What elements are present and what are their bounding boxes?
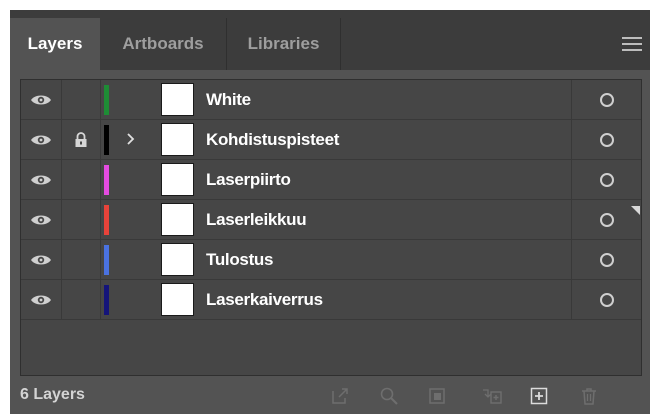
eye-icon (30, 93, 52, 107)
layer-row[interactable]: Laserkaiverrus (21, 280, 641, 320)
lock-toggle[interactable] (62, 280, 101, 319)
layer-thumbnail (161, 203, 194, 236)
target-circle-icon (600, 252, 614, 267)
layer-name[interactable]: Tulostus (206, 240, 273, 279)
layer-color-swatch (104, 245, 109, 275)
target-circle-icon (600, 212, 614, 227)
eye-icon (30, 213, 52, 227)
visibility-toggle[interactable] (21, 160, 62, 199)
create-sublayer-icon[interactable] (482, 386, 502, 406)
layer-thumbnail (161, 123, 194, 156)
delete-layer-icon[interactable] (579, 386, 599, 406)
target-button[interactable] (571, 240, 642, 279)
layer-row[interactable]: Kohdistuspisteet (21, 120, 641, 160)
make-clipping-mask-icon[interactable] (427, 386, 447, 406)
lock-icon (74, 131, 88, 148)
target-button[interactable] (571, 80, 642, 119)
eye-icon (30, 133, 52, 147)
target-button[interactable] (571, 120, 642, 159)
layer-color-swatch (104, 125, 109, 155)
target-button[interactable] (571, 160, 642, 199)
visibility-toggle[interactable] (21, 80, 62, 119)
layer-color-swatch (104, 285, 109, 315)
layer-row[interactable]: Tulostus (21, 240, 641, 280)
layer-color-swatch (104, 205, 109, 235)
layer-count: 6 Layers (20, 386, 85, 403)
lock-toggle[interactable] (62, 120, 101, 159)
lock-toggle[interactable] (62, 200, 101, 239)
eye-icon (30, 253, 52, 267)
lock-toggle[interactable] (62, 240, 101, 279)
tab-bar: Layers Artboards Libraries (10, 10, 650, 70)
visibility-toggle[interactable] (21, 240, 62, 279)
lock-toggle[interactable] (62, 160, 101, 199)
visibility-toggle[interactable] (21, 200, 62, 239)
visibility-toggle[interactable] (21, 280, 62, 319)
layer-name[interactable]: White (206, 80, 251, 119)
layer-row[interactable]: White (21, 80, 641, 120)
layer-thumbnail (161, 283, 194, 316)
locate-object-icon[interactable] (379, 386, 399, 406)
target-circle-icon (600, 172, 614, 187)
create-new-layer-icon[interactable] (529, 386, 549, 406)
layer-name[interactable]: Laserkaiverrus (206, 280, 323, 319)
layer-thumbnail (161, 83, 194, 116)
tab-layers[interactable]: Layers (10, 18, 100, 70)
target-circle-icon (600, 92, 614, 107)
eye-icon (30, 173, 52, 187)
layer-thumbnail (161, 243, 194, 276)
layers-panel: Layers Artboards Libraries White Kohdistu… (10, 10, 650, 414)
layer-name[interactable]: Kohdistuspisteet (206, 120, 339, 159)
target-button[interactable] (571, 280, 642, 319)
tab-libraries[interactable]: Libraries (227, 18, 341, 70)
layer-row[interactable]: Laserleikkuu (21, 200, 641, 240)
chevron-right-icon[interactable] (124, 129, 138, 149)
layer-name[interactable]: Laserleikkuu (206, 200, 307, 239)
target-circle-icon (600, 132, 614, 147)
layer-row[interactable]: Laserpiirto (21, 160, 641, 200)
layer-color-swatch (104, 85, 109, 115)
tab-artboards[interactable]: Artboards (100, 18, 227, 70)
visibility-toggle[interactable] (21, 120, 62, 159)
layer-color-swatch (104, 165, 109, 195)
layer-list: White Kohdistuspisteet Laserpiirto Laserlei… (20, 79, 642, 376)
collect-for-export-icon[interactable] (330, 386, 350, 406)
layer-thumbnail (161, 163, 194, 196)
layer-name[interactable]: Laserpiirto (206, 160, 291, 199)
resize-corner-icon (631, 206, 640, 215)
lock-toggle[interactable] (62, 80, 101, 119)
eye-icon (30, 293, 52, 307)
panel-footer: 6 Layers (10, 380, 650, 414)
hamburger-menu-icon[interactable] (622, 37, 642, 51)
target-circle-icon (600, 292, 614, 307)
